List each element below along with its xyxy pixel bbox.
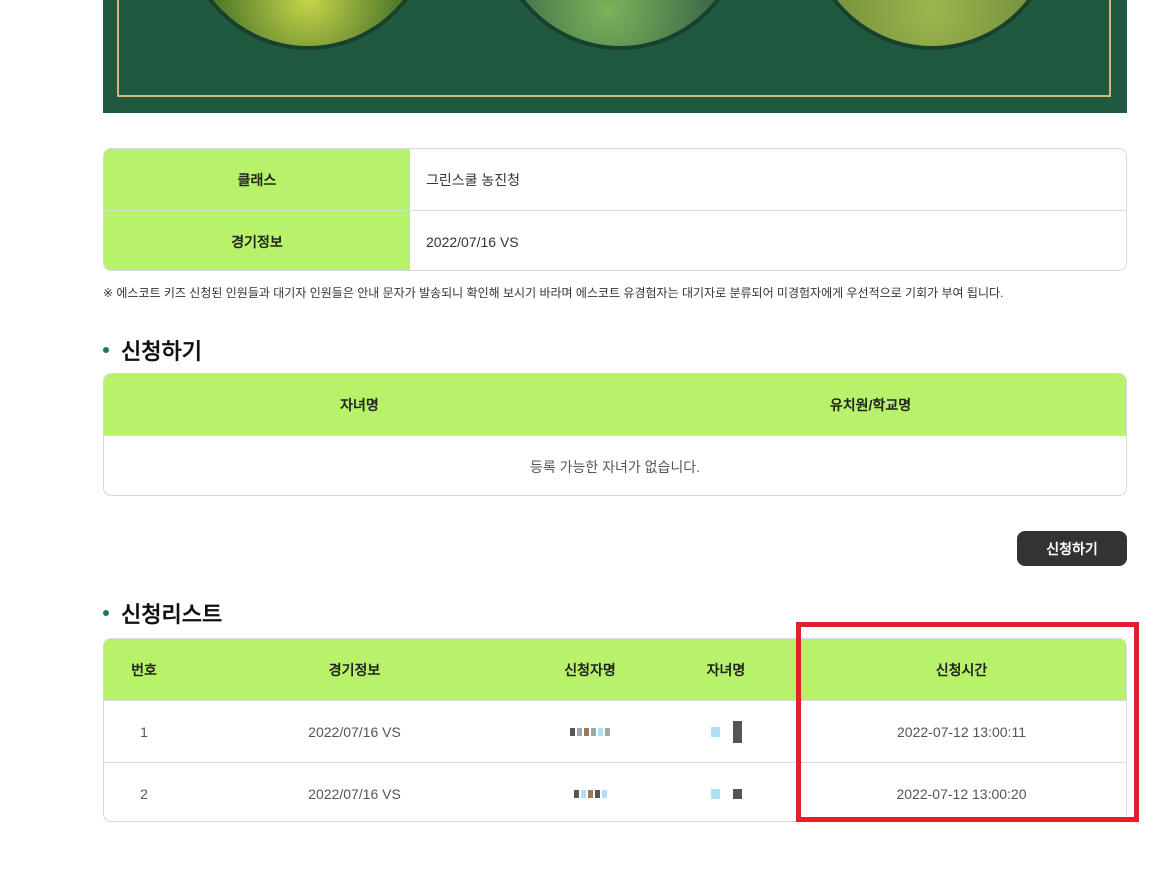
apply-button[interactable]: 신청하기 [1017,531,1127,566]
apply-section-title: 신청하기 [103,334,202,366]
row-apply-time: 2022-07-12 13:00:11 [897,723,1026,740]
application-list-table: 번호 경기정보 신청자명 자녀명 신청시간 1 2022/07/16 VS 20… [103,638,1127,822]
empty-message: 등록 가능한 자녀가 없습니다. [104,435,1126,495]
redacted-applicant-name [525,763,655,821]
match-row: 경기정보 2022/07/16 VS [104,210,1126,270]
bullet-dot-icon [103,347,109,353]
row-match-info: 2022/07/16 VS [308,723,401,740]
apply-title-text: 신청하기 [121,339,202,364]
table-row: 2 2022/07/16 VS 2022-07-12 13:00:20 [104,762,1126,821]
apply-table: 자녀명 유치원/학교명 등록 가능한 자녀가 없습니다. [103,373,1127,496]
redacted-child-name [655,701,797,762]
list-header-row: 번호 경기정보 신청자명 자녀명 신청시간 [104,639,1126,700]
col-child-name: 자녀명 [340,396,379,413]
row-match-info: 2022/07/16 VS [308,785,401,802]
match-label: 경기정보 [104,211,410,270]
list-title-text: 신청리스트 [121,602,223,627]
notice-text: ※ 에스코트 키즈 신청된 인원들과 대기자 인원들은 안내 문자가 발송되니 … [103,286,1004,300]
bullet-dot-icon [103,610,109,616]
row-number: 2 [140,785,148,802]
header-child: 자녀명 [706,661,746,678]
class-label: 클래스 [104,149,410,210]
row-number: 1 [140,723,148,740]
header-number: 번호 [131,661,157,678]
hero-banner [103,0,1127,113]
header-match-info: 경기정보 [328,661,381,678]
class-info-table: 클래스 그린스쿨 농진청 경기정보 2022/07/16 VS [103,148,1127,271]
header-apply-time: 신청시간 [935,661,988,678]
row-apply-time: 2022-07-12 13:00:20 [896,785,1027,802]
hero-frame [117,0,1111,97]
redacted-child-name [655,763,797,821]
list-section-title: 신청리스트 [103,597,222,629]
table-row: 1 2022/07/16 VS 2022-07-12 13:00:11 [104,700,1126,762]
match-value: 2022/07/16 VS [426,233,519,250]
apply-table-header: 자녀명 유치원/학교명 [104,374,1126,435]
header-applicant: 신청자명 [564,661,616,678]
redacted-applicant-name [525,701,655,762]
class-value: 그린스쿨 농진청 [426,171,521,188]
col-school-name: 유치원/학교명 [829,396,912,413]
class-row: 클래스 그린스쿨 농진청 [104,149,1126,210]
